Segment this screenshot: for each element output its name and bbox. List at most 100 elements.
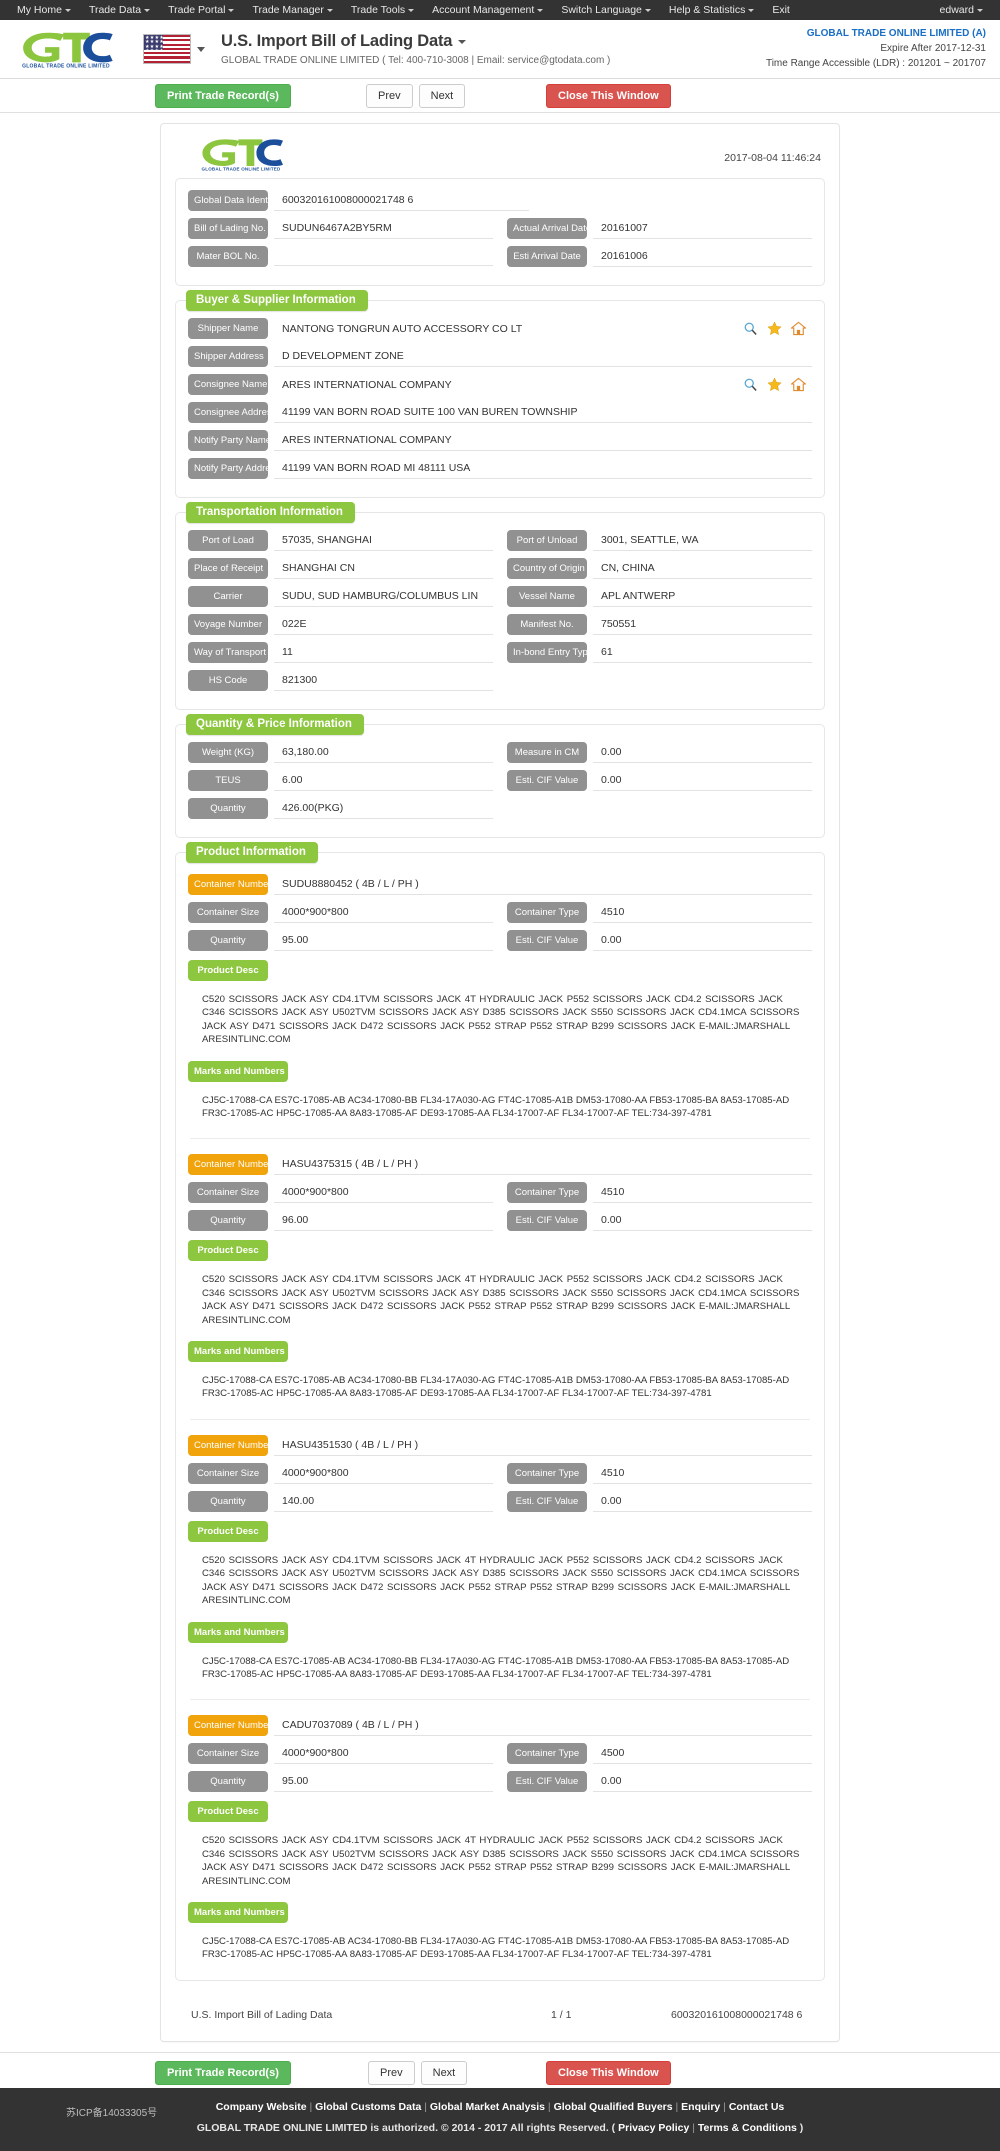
prev-button[interactable]: Prev <box>366 83 413 108</box>
nav-item-trade-data[interactable]: Trade Data <box>80 0 159 20</box>
document-footer-name: U.S. Import Bill of Lading Data <box>191 2008 333 2021</box>
field-label: Container Size <box>188 902 268 923</box>
footer-link-global-market-analysis[interactable]: Global Market Analysis <box>430 2101 545 2113</box>
star-icon[interactable] <box>767 321 782 336</box>
field-label: Esti Arrival Date <box>507 246 587 267</box>
footer-link-enquiry[interactable]: Enquiry <box>681 2101 720 2113</box>
nav-item-label: Trade Manager <box>252 4 324 16</box>
field-value: 4510 <box>593 902 812 923</box>
container-quantity-cif-row: Quantity 96.00 Esti. CIF Value 0.00 <box>188 1209 812 1232</box>
transportation-row: Way of Transport 11 In-bond Entry Type 6… <box>188 641 812 664</box>
field-value: 95.00 <box>274 1771 493 1793</box>
marks-numbers-text: CJ5C-17088-CA ES7C-17085-AB AC34-17080-B… <box>202 1935 790 1961</box>
field-label: Esti. CIF Value <box>507 930 587 951</box>
nav-item-account-management[interactable]: Account Management <box>423 0 552 20</box>
field-label: Marks and Numbers <box>188 1341 288 1363</box>
field-container-number: Container Number HASU4351530 ( 4B / L / … <box>188 1434 812 1457</box>
bill-of-lading-document-card: GLOBAL TRADE ONLINE LIMITED 2017-08-04 1… <box>160 123 840 2042</box>
product-desc-text: C520 SCISSORS JACK ASY CD4.1TVM SCISSORS… <box>202 1835 800 1887</box>
shipper-action-icons <box>743 321 806 336</box>
search-icon[interactable] <box>743 321 758 336</box>
field-label: Esti. CIF Value <box>507 1490 587 1512</box>
nav-item-user-menu[interactable]: edward <box>931 0 992 20</box>
container-block: Container Number CADU7037089 ( 4B / L / … <box>188 1710 812 1967</box>
field-value: 41199 VAN BORN ROAD MI 48111 USA <box>274 458 812 479</box>
quantity-price-row: Weight (KG) 63,180.00 Measure in CM 0.00 <box>188 741 812 764</box>
nav-item-my-home[interactable]: My Home <box>8 0 80 20</box>
field-label: Global Data Identity <box>188 190 268 211</box>
identity-panel: Global Data Identity 6003201610080000217… <box>175 178 825 286</box>
divider <box>190 1138 810 1140</box>
field-value: 6.00 <box>274 770 493 791</box>
search-icon[interactable] <box>743 377 758 392</box>
close-window-button-bottom[interactable]: Close This Window <box>546 2060 671 2085</box>
footer-link-terms-conditions[interactable]: Terms & Conditions <box>698 2122 797 2134</box>
footer-link-global-qualified-buyers[interactable]: Global Qualified Buyers <box>554 2101 673 2113</box>
next-button[interactable]: Next <box>418 83 466 108</box>
field-value: ARES INTERNATIONAL COMPANY <box>282 378 452 391</box>
prev-button-bottom[interactable]: Prev <box>368 2060 415 2085</box>
footer-link-company-website[interactable]: Company Website <box>216 2101 307 2113</box>
divider <box>190 1699 810 1701</box>
product-desc-header: Product Desc <box>188 1520 812 1547</box>
chevron-down-icon <box>458 39 467 44</box>
nav-item-help-statistics[interactable]: Help & Statistics <box>660 0 763 20</box>
transportation-legend: Transportation Information <box>186 502 355 523</box>
field-label: TEUS <box>188 770 268 791</box>
account-name[interactable]: GLOBAL TRADE ONLINE LIMITED (A) <box>766 26 986 41</box>
field-label: Container Type <box>507 1743 587 1765</box>
account-info-block: GLOBAL TRADE ONLINE LIMITED (A) Expire A… <box>766 26 986 71</box>
pagination-controls: Prev Next <box>366 83 466 108</box>
nav-item-trade-portal[interactable]: Trade Portal <box>159 0 243 20</box>
field-container-type: Container Type 4510 <box>507 1462 812 1484</box>
field-label: Country of Origin <box>507 558 587 579</box>
field-label: Product Desc <box>188 960 268 981</box>
nav-item-trade-manager[interactable]: Trade Manager <box>243 0 341 20</box>
field-container-size: Container Size 4000*900*800 <box>188 1743 493 1765</box>
footer-link-global-customs-data[interactable]: Global Customs Data <box>315 2101 421 2113</box>
transportation-row: Voyage Number 022E Manifest No. 750551 <box>188 613 812 636</box>
nav-item-switch-language[interactable]: Switch Language <box>552 0 660 20</box>
field-value: HASU4375315 ( 4B / L / PH ) <box>274 1154 812 1176</box>
home-icon[interactable] <box>791 321 806 336</box>
close-window-button[interactable]: Close This Window <box>546 83 671 108</box>
field-value: 0.00 <box>593 742 812 763</box>
container-size-type-row: Container Size 4000*900*800 Container Ty… <box>188 901 812 924</box>
footer-link-privacy-policy[interactable]: Privacy Policy <box>618 2122 689 2134</box>
page-title[interactable]: U.S. Import Bill of Lading Data <box>221 32 610 51</box>
print-trade-records-button[interactable]: Print Trade Record(s) <box>155 83 291 108</box>
print-trade-records-button-bottom[interactable]: Print Trade Record(s) <box>155 2060 291 2085</box>
pagination-controls-bottom: Prev Next <box>368 2060 468 2085</box>
field-container-quantity: Quantity 96.00 <box>188 1210 493 1232</box>
footer-link-contact-us[interactable]: Contact Us <box>729 2101 784 2113</box>
svg-text:GLOBAL TRADE ONLINE LIMITED: GLOBAL TRADE ONLINE LIMITED <box>22 64 110 69</box>
marks-numbers-text: CJ5C-17088-CA ES7C-17085-AB AC34-17080-B… <box>202 1094 790 1120</box>
marks-numbers-header: Marks and Numbers <box>188 1060 812 1087</box>
field-value: 4000*900*800 <box>274 1463 493 1484</box>
transportation-row: Port of Load 57035, SHANGHAI Port of Unl… <box>188 529 812 552</box>
field-value: 61 <box>593 642 812 663</box>
field-label: Container Type <box>507 902 587 923</box>
field-label: Quantity <box>188 1210 268 1232</box>
star-icon[interactable] <box>767 377 782 392</box>
field-teus: TEUS 6.00 <box>188 770 493 791</box>
home-icon[interactable] <box>791 377 806 392</box>
chevron-down-icon <box>748 8 755 12</box>
container-quantity-cif-row: Quantity 95.00 Esti. CIF Value 0.00 <box>188 1770 812 1793</box>
brand-logo[interactable]: GLOBAL TRADE ONLINE LIMITED <box>18 29 123 69</box>
nav-item-exit[interactable]: Exit <box>763 0 799 20</box>
field-container-size: Container Size 4000*900*800 <box>188 902 493 923</box>
field-actual-arrival-date: Actual Arrival Date 20161007 <box>507 218 812 239</box>
copyright-text: GLOBAL TRADE ONLINE LIMITED is authorize… <box>196 2121 616 2134</box>
quantity-price-row: TEUS 6.00 Esti. CIF Value 0.00 <box>188 769 812 792</box>
nav-item-trade-tools[interactable]: Trade Tools <box>342 0 423 20</box>
field-label: Container Size <box>188 1182 268 1204</box>
next-button-bottom[interactable]: Next <box>420 2060 468 2085</box>
us-flag-icon: ★★★★★★★★★★★★★★★★★★★★ <box>143 34 191 64</box>
country-flag-selector[interactable]: ★★★★★★★★★★★★★★★★★★★★ <box>143 34 205 64</box>
field-container-type: Container Type 4510 <box>507 1182 812 1204</box>
transportation-row: HS Code 821300 <box>188 669 812 692</box>
field-label: Consignee Name <box>188 374 268 395</box>
field-esti-arrival-date: Esti Arrival Date 20161006 <box>507 246 812 267</box>
field-value: 3001, SEATTLE, WA <box>593 530 812 551</box>
